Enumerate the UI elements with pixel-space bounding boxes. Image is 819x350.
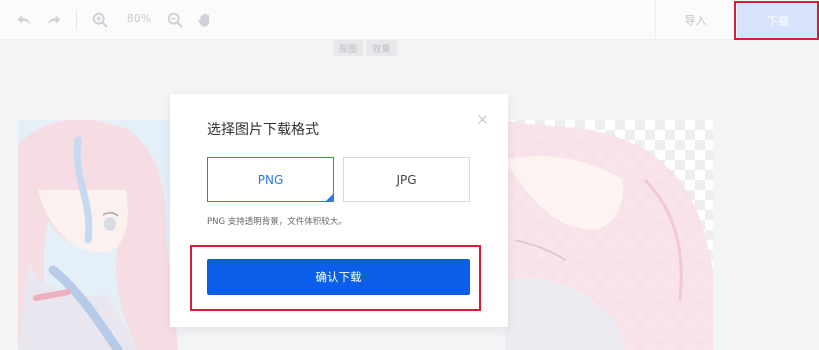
confirm-download-button[interactable]: 确认下载 xyxy=(207,259,470,295)
format-option-label: JPG xyxy=(396,172,417,187)
dialog-title: 选择图片下载格式 xyxy=(207,122,319,138)
toolbar-divider xyxy=(76,10,77,30)
top-toolbar: 80% 导入 下载 xyxy=(0,0,819,40)
zoom-in-icon[interactable] xyxy=(90,10,110,30)
zoom-level: 80% xyxy=(126,12,152,25)
result-tag[interactable]: 效果 xyxy=(366,40,397,56)
original-image-preview xyxy=(18,120,178,350)
result-image-preview xyxy=(505,120,713,350)
import-button[interactable]: 导入 xyxy=(655,0,735,40)
download-format-dialog: 选择图片下载格式 PNG JPG PNG 支持透明背景，文件体积较大。 确认下载 xyxy=(170,94,508,327)
format-option-jpg[interactable]: JPG xyxy=(343,157,470,202)
format-hint-text: PNG 支持透明背景，文件体积较大。 xyxy=(207,217,347,227)
hand-pan-icon[interactable] xyxy=(195,10,215,30)
zoom-out-icon[interactable] xyxy=(165,10,185,30)
format-option-png[interactable]: PNG xyxy=(207,157,334,202)
download-button[interactable]: 下载 xyxy=(737,3,819,39)
undo-icon[interactable] xyxy=(14,10,34,30)
redo-icon[interactable] xyxy=(44,10,64,30)
format-option-label: PNG xyxy=(257,172,284,187)
original-tag[interactable]: 原图 xyxy=(333,40,363,56)
selected-corner-icon xyxy=(326,194,333,201)
close-icon[interactable] xyxy=(475,112,489,126)
